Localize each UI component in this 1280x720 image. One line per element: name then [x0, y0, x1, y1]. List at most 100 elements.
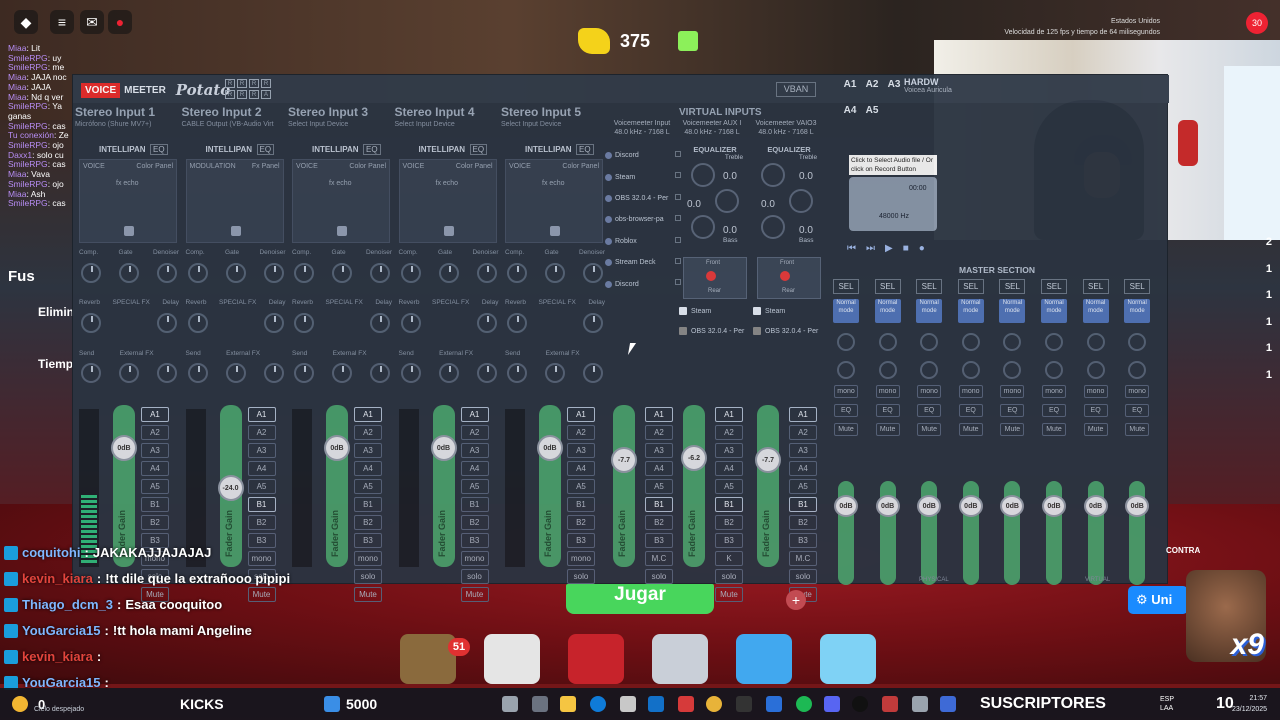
rotary-knob[interactable]: [81, 363, 101, 383]
fader-handle[interactable]: -7.7: [611, 447, 637, 473]
chat-username[interactable]: SmileRPG: [8, 159, 48, 170]
fader-gain-track[interactable]: Fader Gain: [757, 405, 779, 567]
bus-button-b3[interactable]: B3: [567, 533, 595, 548]
bus-button-a2[interactable]: A2: [715, 425, 743, 440]
rotary-knob[interactable]: [225, 363, 246, 383]
strip-title[interactable]: Stereo Input 3: [288, 105, 368, 119]
strip-title[interactable]: Stereo Input 4: [395, 105, 475, 119]
master-sel-button[interactable]: SEL: [833, 279, 859, 294]
bus-button-a5[interactable]: A5: [460, 479, 489, 494]
stop-icon[interactable]: ■: [903, 243, 909, 261]
rotary-knob[interactable]: [187, 263, 208, 283]
master-fader-handle[interactable]: 0dB: [917, 495, 942, 517]
route-steam-vaio3[interactable]: Steam: [753, 307, 785, 315]
master-fader-handle[interactable]: 0dB: [834, 495, 858, 517]
bus-button-b1[interactable]: B1: [789, 497, 817, 512]
chat-username[interactable]: SmileRPG: [8, 198, 48, 208]
pan-position-handle[interactable]: [550, 226, 560, 236]
bass-knob[interactable]: [761, 215, 785, 239]
chat-username[interactable]: YouGarcia15: [22, 618, 101, 644]
chat-username[interactable]: Miaa: [8, 72, 26, 82]
bus-button-a3[interactable]: A3: [715, 443, 743, 458]
bus-button-a4[interactable]: A4: [567, 461, 595, 476]
rotary-knob[interactable]: [507, 313, 527, 333]
streamdeck-icon[interactable]: [766, 696, 782, 712]
bus-button-b3[interactable]: B3: [645, 533, 673, 548]
store-icon[interactable]: [620, 696, 636, 712]
master-fader-handle[interactable]: 0dB: [875, 495, 900, 517]
rewind-icon[interactable]: ⏮: [847, 243, 856, 261]
forward-icon[interactable]: ⏭: [866, 243, 875, 261]
chat-username[interactable]: SmileRPG: [8, 53, 48, 63]
rotary-knob[interactable]: [476, 363, 497, 383]
bus-button-b2[interactable]: B2: [247, 515, 276, 530]
strip-device-select[interactable]: CABLE Output (VB-Audio Virt: [182, 121, 274, 128]
bus-button-a4[interactable]: A4: [141, 461, 169, 476]
bus-button-mono[interactable]: mono: [567, 551, 595, 566]
master-mode-button[interactable]: Normal mode: [957, 299, 984, 323]
bus-button-a1[interactable]: A1: [354, 407, 382, 422]
chrome-icon[interactable]: [706, 696, 722, 712]
bus-button-b1[interactable]: B1: [141, 497, 169, 512]
intellipan-panel[interactable]: VOICE Color Panel fx echo: [398, 159, 497, 243]
fader-handle[interactable]: 0dB: [430, 435, 457, 461]
rotary-knob[interactable]: [294, 363, 314, 383]
hotbar-slot-emote[interactable]: [568, 634, 624, 684]
chat-username[interactable]: Daxx1: [8, 150, 32, 160]
rotary-knob[interactable]: [400, 363, 421, 383]
taskview-icon[interactable]: [502, 696, 518, 712]
treble-knob[interactable]: [761, 163, 785, 187]
master-eq-button[interactable]: EQ: [958, 404, 983, 417]
bus-button-a3[interactable]: A3: [141, 443, 169, 458]
rotary-knob[interactable]: [157, 313, 177, 333]
bus-button-a5[interactable]: A5: [715, 479, 743, 494]
bus-button-b2[interactable]: B2: [789, 515, 817, 530]
master-knob[interactable]: [1003, 333, 1022, 351]
master-sel-button[interactable]: SEL: [957, 279, 984, 294]
bus-button-a5[interactable]: A5: [567, 479, 595, 494]
master-mute-button[interactable]: Mute: [875, 423, 900, 436]
master-knob[interactable]: [961, 333, 980, 351]
obs-icon[interactable]: [852, 696, 868, 712]
mid-knob[interactable]: [715, 189, 739, 213]
bus-button-a2[interactable]: A2: [141, 425, 169, 440]
master-mode-button[interactable]: Normal mode: [874, 299, 901, 323]
discord-icon[interactable]: [824, 696, 840, 712]
bus-button-solo[interactable]: solo: [567, 569, 595, 584]
master-mono-button[interactable]: mono: [917, 385, 942, 398]
rotary-knob[interactable]: [370, 313, 390, 333]
chat-username[interactable]: Miaa: [8, 169, 26, 179]
master-mute-button[interactable]: Mute: [1083, 423, 1108, 436]
master-eq-button[interactable]: EQ: [875, 404, 900, 417]
bus-button-a5[interactable]: A5: [645, 479, 673, 494]
bus-button-a1[interactable]: A1: [460, 407, 489, 422]
rotary-knob[interactable]: [187, 363, 208, 383]
bus-button-a1[interactable]: A1: [141, 407, 169, 422]
fader-handle[interactable]: -6.2: [681, 445, 707, 471]
rotary-knob[interactable]: [225, 263, 246, 283]
edge-icon[interactable]: [590, 696, 606, 712]
master-fader-handle[interactable]: 0dB: [1000, 495, 1025, 517]
rotary-knob[interactable]: [81, 313, 101, 333]
rotary-knob[interactable]: [545, 263, 565, 283]
chat-username[interactable]: Tu conexión: [8, 130, 54, 140]
bus-button-b2[interactable]: B2: [645, 515, 673, 530]
master-fader-handle[interactable]: 0dB: [1042, 495, 1066, 517]
microphone-icon[interactable]: ●: [108, 10, 132, 34]
rotary-knob[interactable]: [370, 263, 390, 283]
pan-position-handle[interactable]: [337, 226, 347, 236]
route-steam-aux[interactable]: Steam: [679, 307, 711, 315]
fader-handle[interactable]: 0dB: [537, 435, 563, 461]
fader-handle[interactable]: -7.7: [755, 447, 781, 473]
rotary-knob[interactable]: [583, 363, 603, 383]
rotary-knob[interactable]: [583, 313, 603, 333]
surround-panel-aux[interactable]: Front Rear: [683, 257, 747, 299]
master-sel-button[interactable]: SEL: [874, 279, 901, 294]
master-eq-button[interactable]: EQ: [1042, 404, 1066, 417]
bus-button-a3[interactable]: A3: [645, 443, 673, 458]
app-route-item[interactable]: Steam: [605, 166, 681, 187]
bus-button-a3[interactable]: A3: [567, 443, 595, 458]
eq-button[interactable]: EQ: [363, 144, 381, 155]
bus-button-a2[interactable]: A2: [247, 425, 276, 440]
master-mono-button[interactable]: mono: [1000, 385, 1025, 398]
